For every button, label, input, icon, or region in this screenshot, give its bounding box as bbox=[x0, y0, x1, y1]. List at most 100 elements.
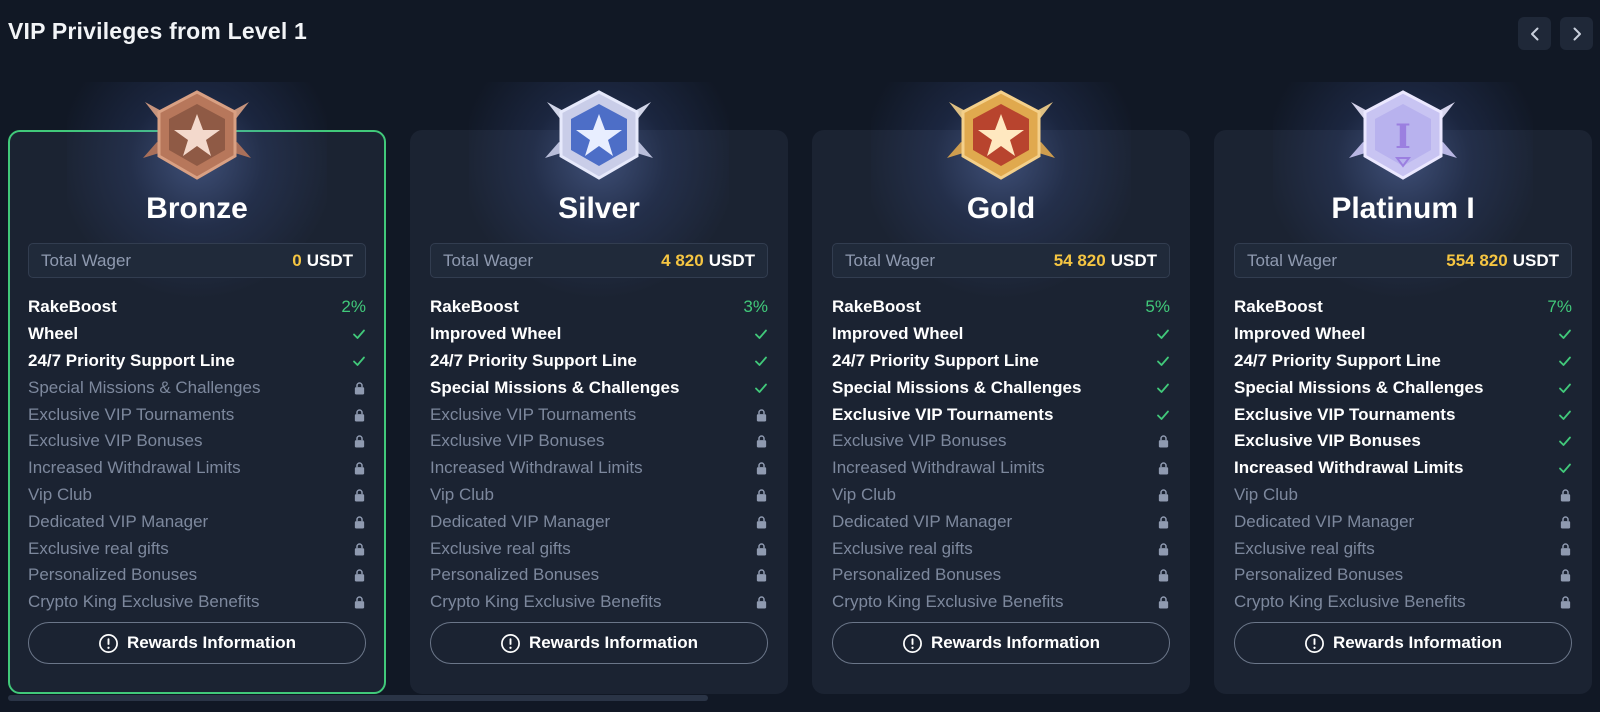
perk-label: RakeBoost bbox=[1234, 297, 1323, 317]
perk-label: 24/7 Priority Support Line bbox=[430, 350, 637, 370]
perk-label: Increased Withdrawal Limits bbox=[832, 458, 1045, 478]
perk-label: Vip Club bbox=[1234, 484, 1298, 504]
perk-row: Vip Club bbox=[28, 482, 366, 509]
check-icon bbox=[755, 383, 767, 393]
total-wager-box: Total Wager 54 820 USDT bbox=[832, 243, 1170, 278]
perk-row: Crypto King Exclusive Benefits bbox=[28, 589, 366, 616]
check-icon bbox=[353, 356, 365, 366]
rewards-information-button[interactable]: Rewards Information bbox=[28, 622, 366, 664]
check-icon bbox=[1559, 356, 1571, 366]
perk-list: RakeBoost 7% Improved Wheel 24/7 Priority… bbox=[1234, 294, 1572, 616]
lock-icon bbox=[1158, 462, 1168, 475]
perk-label: Exclusive VIP Tournaments bbox=[832, 404, 1054, 424]
lock-icon bbox=[354, 596, 364, 609]
lock-icon bbox=[756, 542, 766, 556]
lock-icon bbox=[756, 596, 766, 609]
info-icon bbox=[903, 633, 922, 653]
total-wager-box: Total Wager 0 USDT bbox=[28, 243, 366, 278]
perk-row: Exclusive VIP Tournaments bbox=[832, 401, 1170, 428]
check-icon bbox=[1559, 463, 1571, 474]
check-icon bbox=[1559, 436, 1571, 447]
lock-icon bbox=[756, 516, 766, 529]
perk-label: Personalized Bonuses bbox=[430, 565, 600, 585]
lock-icon bbox=[1158, 569, 1168, 582]
total-wager-value: 554 820 USDT bbox=[1446, 251, 1559, 271]
perk-label: Special Missions & Challenges bbox=[1234, 377, 1484, 397]
rewards-button-label: Rewards Information bbox=[930, 633, 1101, 652]
platinum-numeral-badge-icon: I bbox=[1349, 90, 1457, 180]
perk-label: Personalized Bonuses bbox=[28, 565, 198, 585]
perk-row: Dedicated VIP Manager bbox=[832, 508, 1170, 535]
perk-row: Personalized Bonuses bbox=[1234, 562, 1572, 589]
wager-amount: 554 820 bbox=[1446, 250, 1508, 270]
perk-row: Vip Club bbox=[832, 482, 1170, 509]
perk-row: Exclusive VIP Tournaments bbox=[430, 401, 768, 428]
perk-label: 24/7 Priority Support Line bbox=[832, 350, 1039, 370]
perk-row: Wheel bbox=[28, 321, 366, 348]
perk-row: Crypto King Exclusive Benefits bbox=[1234, 589, 1572, 616]
tier-name: Platinum I bbox=[1331, 192, 1475, 225]
perk-row: Improved Wheel bbox=[430, 321, 768, 348]
perk-row: RakeBoost 2% bbox=[28, 294, 366, 321]
perk-label: Improved Wheel bbox=[1234, 324, 1366, 344]
perk-row: Dedicated VIP Manager bbox=[430, 508, 768, 535]
rewards-information-button[interactable]: Rewards Information bbox=[832, 622, 1170, 664]
perk-row: Improved Wheel bbox=[1234, 321, 1572, 348]
lock-icon bbox=[1560, 569, 1570, 582]
perk-row: RakeBoost 7% bbox=[1234, 294, 1572, 321]
bronze-star-badge-icon bbox=[143, 90, 251, 180]
perk-row: Special Missions & Challenges bbox=[430, 374, 768, 401]
rewards-button-label: Rewards Information bbox=[528, 633, 699, 652]
tier-card-gold[interactable]: Gold Total Wager 54 820 USDT RakeBoost 5% … bbox=[812, 82, 1190, 694]
total-wager-label: Total Wager bbox=[845, 250, 936, 270]
total-wager-label: Total Wager bbox=[443, 250, 534, 270]
tier-name: Bronze bbox=[146, 192, 248, 225]
lock-icon bbox=[756, 462, 766, 475]
perk-label: RakeBoost bbox=[430, 297, 519, 317]
perk-label: Exclusive VIP Tournaments bbox=[28, 404, 235, 424]
lock-icon bbox=[354, 462, 364, 475]
perk-label: Exclusive real gifts bbox=[1234, 538, 1375, 558]
perk-label: Personalized Bonuses bbox=[1234, 565, 1404, 585]
perk-row: Exclusive VIP Bonuses bbox=[832, 428, 1170, 455]
perk-row: Exclusive real gifts bbox=[430, 535, 768, 562]
perk-row: Exclusive VIP Tournaments bbox=[1234, 401, 1572, 428]
check-icon bbox=[353, 329, 365, 340]
perk-row: Special Missions & Challenges bbox=[28, 374, 366, 401]
lock-icon bbox=[354, 569, 364, 582]
wager-unit: USDT bbox=[1110, 250, 1157, 270]
tier-card-silver[interactable]: Silver Total Wager 4 820 USDT RakeBoost 3%… bbox=[410, 82, 788, 694]
wager-unit: USDT bbox=[306, 250, 353, 270]
check-icon bbox=[1157, 410, 1169, 420]
perk-list: RakeBoost 2% Wheel 24/7 Priority Support … bbox=[28, 294, 366, 616]
perk-row: Increased Withdrawal Limits bbox=[430, 455, 768, 482]
perk-label: Special Missions & Challenges bbox=[28, 377, 261, 397]
vip-tier-carousel: Bronze Total Wager 0 USDT RakeBoost 2% Whe… bbox=[8, 0, 1600, 712]
total-wager-box: Total Wager 554 820 USDT bbox=[1234, 243, 1572, 278]
perk-label: Vip Club bbox=[832, 484, 896, 504]
perk-percentage: 3% bbox=[743, 297, 768, 317]
perk-label: Exclusive VIP Bonuses bbox=[1234, 431, 1421, 451]
lock-icon bbox=[756, 408, 766, 422]
perk-label: 24/7 Priority Support Line bbox=[28, 350, 235, 370]
perk-row: Personalized Bonuses bbox=[832, 562, 1170, 589]
perk-row: Increased Withdrawal Limits bbox=[832, 455, 1170, 482]
perk-label: Exclusive real gifts bbox=[430, 538, 571, 558]
perk-percentage: 5% bbox=[1145, 297, 1170, 317]
perk-row: 24/7 Priority Support Line bbox=[430, 348, 768, 375]
perk-label: Exclusive real gifts bbox=[832, 538, 973, 558]
rewards-information-button[interactable]: Rewards Information bbox=[430, 622, 768, 664]
perk-label: Exclusive VIP Tournaments bbox=[430, 404, 637, 424]
perk-row: Dedicated VIP Manager bbox=[1234, 508, 1572, 535]
perk-label: Increased Withdrawal Limits bbox=[430, 458, 643, 478]
perk-label: Improved Wheel bbox=[832, 324, 964, 344]
perk-label: Crypto King Exclusive Benefits bbox=[1234, 592, 1466, 612]
tier-card-platinum-i[interactable]: I Platinum I Total Wager 554 820 USDT Rak… bbox=[1214, 82, 1592, 694]
tier-card-bronze[interactable]: Bronze Total Wager 0 USDT RakeBoost 2% Whe… bbox=[8, 82, 386, 694]
perk-row: Crypto King Exclusive Benefits bbox=[832, 589, 1170, 616]
wager-amount: 54 820 bbox=[1053, 250, 1106, 270]
horizontal-scrollbar[interactable] bbox=[8, 695, 708, 701]
rewards-information-button[interactable]: Rewards Information bbox=[1234, 622, 1572, 664]
perk-label: Crypto King Exclusive Benefits bbox=[832, 592, 1064, 612]
check-icon bbox=[1157, 356, 1169, 366]
